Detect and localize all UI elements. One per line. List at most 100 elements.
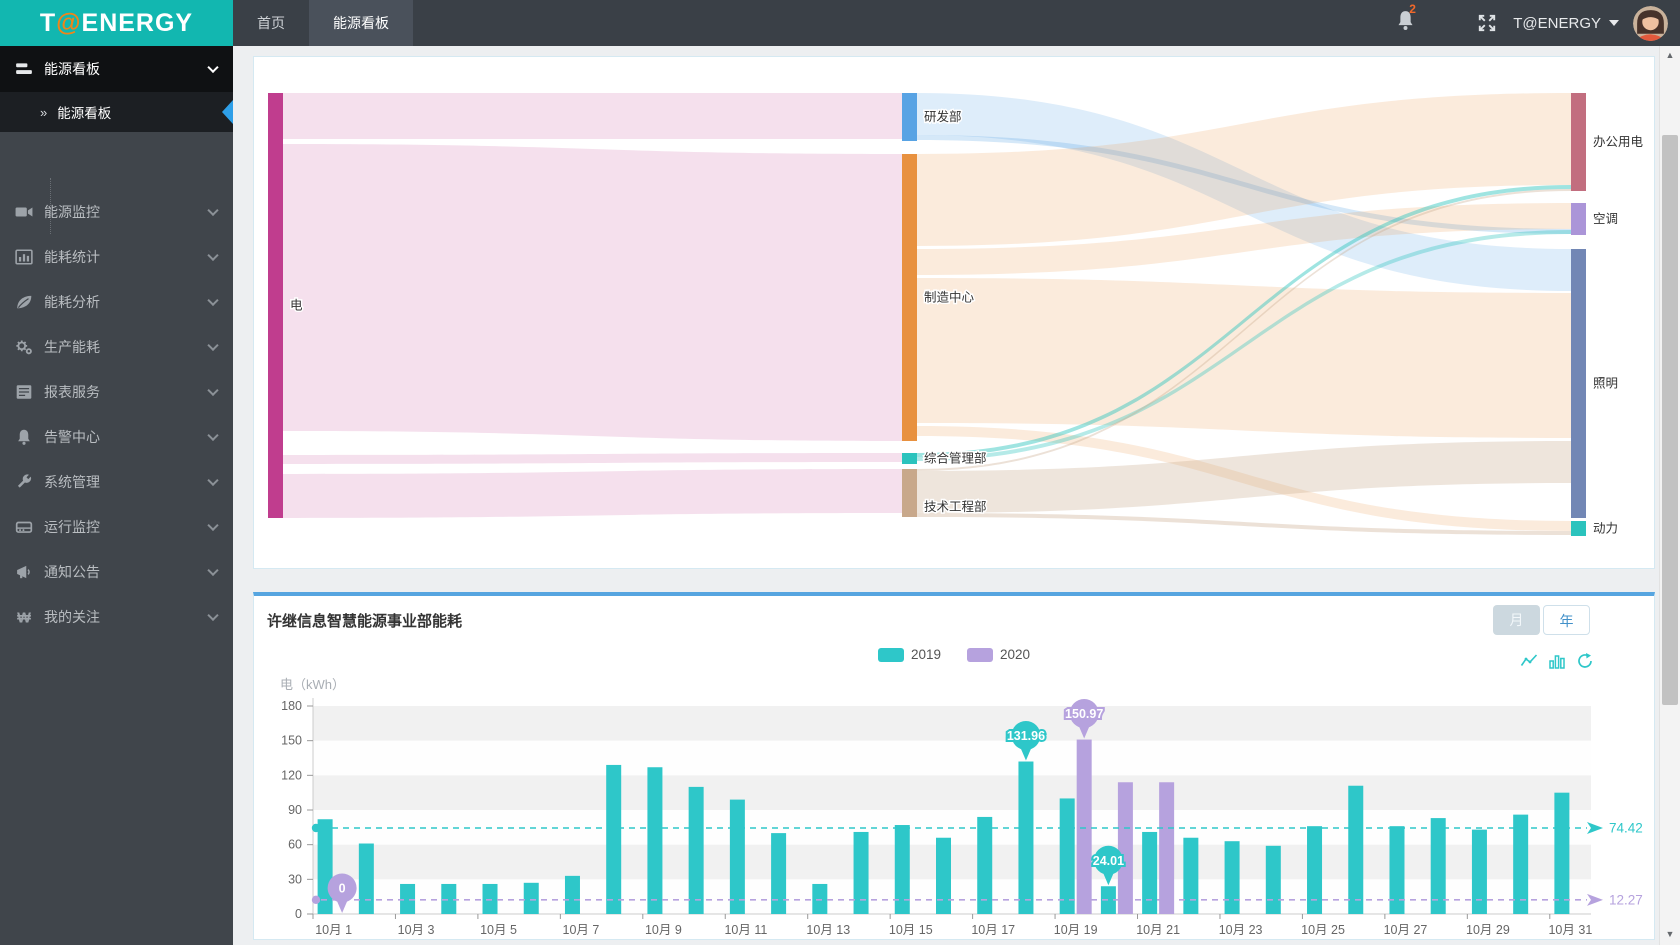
- bar-2019-10月22[interactable]: [1183, 837, 1199, 914]
- avatar[interactable]: [1633, 5, 1668, 41]
- bar-2019-10月31[interactable]: [1554, 792, 1570, 914]
- bar-2019-10月18[interactable]: [1018, 761, 1034, 914]
- panel-title: 许继信息智慧能源事业部能耗: [267, 613, 463, 630]
- bar-2019-10月23[interactable]: [1224, 841, 1240, 914]
- bar-2019-10月8[interactable]: [606, 764, 622, 914]
- sidebar-item-system-management[interactable]: 系统管理: [0, 459, 233, 504]
- split-band: [313, 740, 1591, 776]
- tab-home[interactable]: 首页: [233, 0, 309, 46]
- x-tick-label: 10月 5: [480, 923, 517, 937]
- wrench-icon: [17, 473, 32, 488]
- sankey-link-电-综合管理部[interactable]: [283, 453, 902, 464]
- sankey-node-label: 空调: [1593, 212, 1618, 226]
- bar-2019-10月19[interactable]: [1059, 798, 1075, 914]
- chevron-down-icon: [207, 384, 219, 396]
- x-tick-label: 10月 13: [806, 923, 850, 937]
- sankey-node-技术工程部[interactable]: [902, 469, 917, 517]
- month-button[interactable]: 月: [1493, 605, 1540, 635]
- bar-2020-10月20[interactable]: [1117, 782, 1133, 914]
- sankey-link-制造中心-照明[interactable]: [917, 278, 1571, 438]
- sidebar-item-operation-monitoring[interactable]: 运行监控: [0, 504, 233, 549]
- sidebar-item-energy-dashboard[interactable]: 能源看板: [0, 46, 233, 92]
- marker-value: 131.96: [1007, 729, 1045, 743]
- fullscreen-icon[interactable]: [1477, 13, 1497, 33]
- username: T@ENERGY: [1513, 14, 1601, 32]
- sidebar-item-energy-statistics[interactable]: 能耗统计: [0, 234, 233, 279]
- sidebar-item-production-energy[interactable]: 生产能耗: [0, 324, 233, 369]
- scrollbar-thumb[interactable]: [1662, 135, 1678, 705]
- sidebar-item-my-follows[interactable]: ₩ 我的关注: [0, 594, 233, 639]
- sankey-node-研发部[interactable]: [902, 93, 917, 141]
- bell-icon: [18, 429, 30, 445]
- sankey-node-电[interactable]: [268, 93, 283, 518]
- bar-2019-10月4[interactable]: [441, 883, 457, 914]
- sankey-link-电-研发部[interactable]: [283, 93, 902, 139]
- bar-2019-10月25[interactable]: [1307, 826, 1323, 914]
- logo-text: T@ENERGY: [39, 8, 194, 37]
- x-tick-label: 10月 7: [563, 923, 600, 937]
- avg-value-2020: 12.27: [1609, 892, 1643, 907]
- legend-item-2019[interactable]: 2019: [877, 647, 941, 662]
- y-tick-label: 150: [281, 734, 302, 748]
- notifications-button[interactable]: 2: [1396, 2, 1416, 36]
- sidebar-item-energy-analysis[interactable]: 能耗分析: [0, 279, 233, 324]
- bar-2019-10月13[interactable]: [812, 883, 828, 914]
- sankey-link-电-制造中心[interactable]: [283, 144, 902, 441]
- bar-2019-10月2[interactable]: [358, 843, 374, 914]
- legend-item-2020[interactable]: 2020: [967, 647, 1030, 662]
- sidebar-item-notices[interactable]: 通知公告: [0, 549, 233, 594]
- report-icon: [16, 384, 32, 399]
- bar-2019-10月9[interactable]: [647, 767, 663, 914]
- tab-energy-dashboard[interactable]: 能源看板: [309, 0, 413, 46]
- bar-2019-10月10[interactable]: [688, 786, 704, 914]
- bar-2019-10月16[interactable]: [936, 837, 951, 914]
- sankey-node-照明[interactable]: [1571, 249, 1586, 518]
- bar-2019-10月26[interactable]: [1348, 785, 1364, 914]
- sidebar-subitem-energy-dashboard[interactable]: » 能源看板: [0, 92, 233, 132]
- bar-2020-10月19[interactable]: [1076, 739, 1092, 914]
- x-tick-label: 10月 29: [1466, 923, 1510, 937]
- sankey-node-综合管理部[interactable]: [902, 453, 917, 464]
- page-scrollbar[interactable]: ▲ ▼: [1659, 46, 1680, 945]
- sankey-node-制造中心[interactable]: [902, 154, 917, 441]
- y-tick-label: 90: [288, 803, 302, 817]
- avg-line-start-dot: [311, 823, 321, 833]
- bar-2019-10月3[interactable]: [400, 883, 416, 914]
- sankey-node-label: 办公用电: [1593, 134, 1644, 149]
- sankey-link-电-技术工程部[interactable]: [283, 469, 902, 518]
- avg-line-start-dot: [311, 895, 321, 905]
- app-logo: T@ENERGY: [0, 0, 233, 46]
- logo-at-glyph: @: [56, 8, 82, 37]
- y-axis-unit-label: 电（kWh）: [280, 677, 346, 692]
- bar-2019-10月15[interactable]: [894, 825, 910, 914]
- bar-2019-10月6[interactable]: [523, 882, 539, 914]
- y-tick-label: 0: [295, 907, 302, 921]
- bar-2019-10月24[interactable]: [1265, 845, 1281, 914]
- sidebar-menu: 能源监控 能耗统计 能耗分析 生产能耗 报表服务 告警中心 系统管理 运行监控 …: [0, 189, 233, 639]
- scroll-down-icon[interactable]: ▼: [1660, 929, 1680, 939]
- bar-2019-10月14[interactable]: [853, 831, 869, 914]
- sankey-node-办公用电[interactable]: [1571, 93, 1586, 191]
- bar-2019-10月5[interactable]: [482, 883, 498, 914]
- year-button[interactable]: 年: [1543, 605, 1590, 635]
- x-tick-label: 10月 31: [1548, 923, 1592, 937]
- sidebar-item-alarm-center[interactable]: 告警中心: [0, 414, 233, 459]
- energy-flow-sankey-chart[interactable]: 电 研发部制造中心综合管理部技术工程部 办公用电空调照明动力: [254, 57, 1654, 568]
- chevron-down-icon: [207, 294, 219, 306]
- bar-2019-10月12[interactable]: [771, 833, 787, 914]
- bar-2019-10月27[interactable]: [1389, 826, 1405, 914]
- bar-2019-10月7[interactable]: [564, 875, 580, 914]
- scroll-up-icon[interactable]: ▲: [1660, 50, 1680, 60]
- sankey-node-动力[interactable]: [1571, 521, 1586, 536]
- sidebar-item-energy-monitoring[interactable]: 能源监控: [0, 189, 233, 234]
- bar-2019-10月29[interactable]: [1471, 829, 1487, 914]
- sankey-node-空调[interactable]: [1571, 203, 1586, 235]
- bar-2019-10月11[interactable]: [729, 799, 745, 914]
- bar-2020-10月21[interactable]: [1159, 782, 1175, 914]
- bar-2019-10月21[interactable]: [1142, 831, 1158, 914]
- sidebar-item-report-service[interactable]: 报表服务: [0, 369, 233, 414]
- active-item-arrow: [222, 100, 233, 124]
- avg-value-2019: 74.42: [1609, 821, 1643, 836]
- x-tick-label: 10月 17: [971, 923, 1015, 937]
- user-menu[interactable]: T@ENERGY: [1513, 15, 1619, 32]
